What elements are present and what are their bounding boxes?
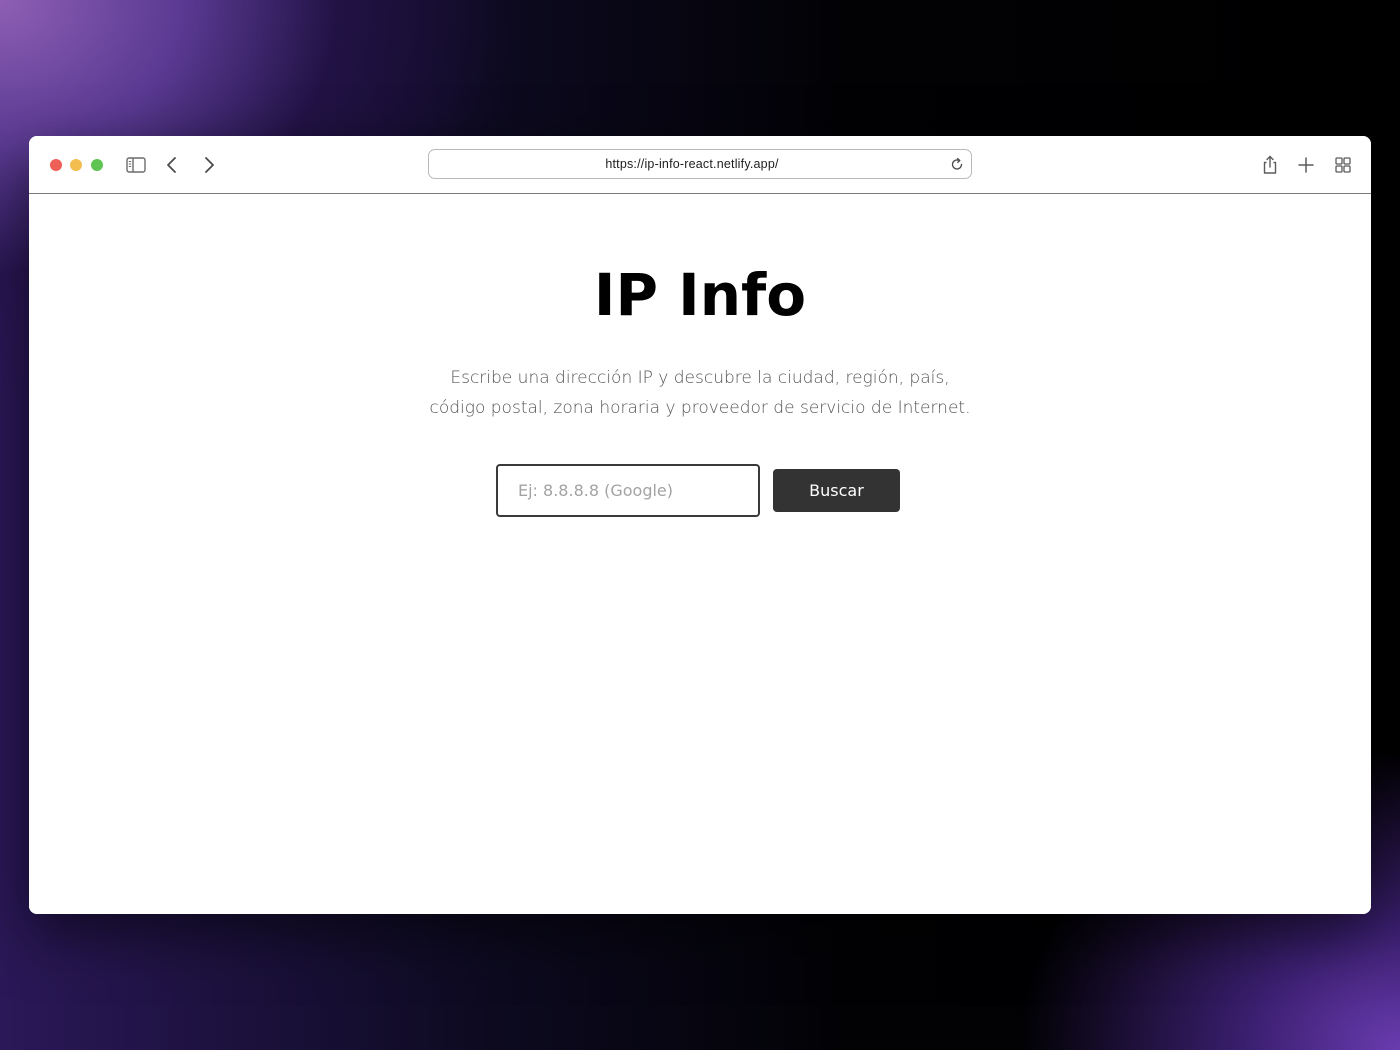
sidebar-toggle-icon[interactable] [124, 153, 148, 177]
ip-search-input[interactable] [496, 464, 760, 517]
address-url[interactable]: https://ip-info-react.netlify.app/ [429, 150, 955, 178]
description-line-2: código postal, zona horaria y proveedor … [429, 398, 971, 418]
zoom-window-button[interactable] [91, 159, 103, 171]
share-icon[interactable] [1258, 153, 1282, 177]
minimize-window-button[interactable] [70, 159, 82, 171]
forward-icon[interactable] [197, 153, 221, 177]
page-description: Escribe una dirección IP y descubre la c… [400, 363, 1000, 423]
search-button[interactable]: Buscar [773, 469, 900, 512]
browser-toolbar: https://ip-info-react.netlify.app/ [29, 136, 1371, 194]
reload-icon[interactable] [949, 156, 965, 172]
address-bar[interactable]: https://ip-info-react.netlify.app/ [428, 149, 972, 179]
back-icon[interactable] [160, 153, 184, 177]
new-tab-icon[interactable] [1294, 153, 1318, 177]
description-line-1: Escribe una dirección IP y descubre la c… [450, 368, 950, 388]
page-title: IP Info [593, 261, 807, 329]
close-window-button[interactable] [50, 159, 62, 171]
browser-window: https://ip-info-react.netlify.app/ IP In… [29, 136, 1371, 914]
page-content: IP Info Escribe una dirección IP y descu… [29, 194, 1371, 914]
tab-overview-icon[interactable] [1331, 153, 1355, 177]
